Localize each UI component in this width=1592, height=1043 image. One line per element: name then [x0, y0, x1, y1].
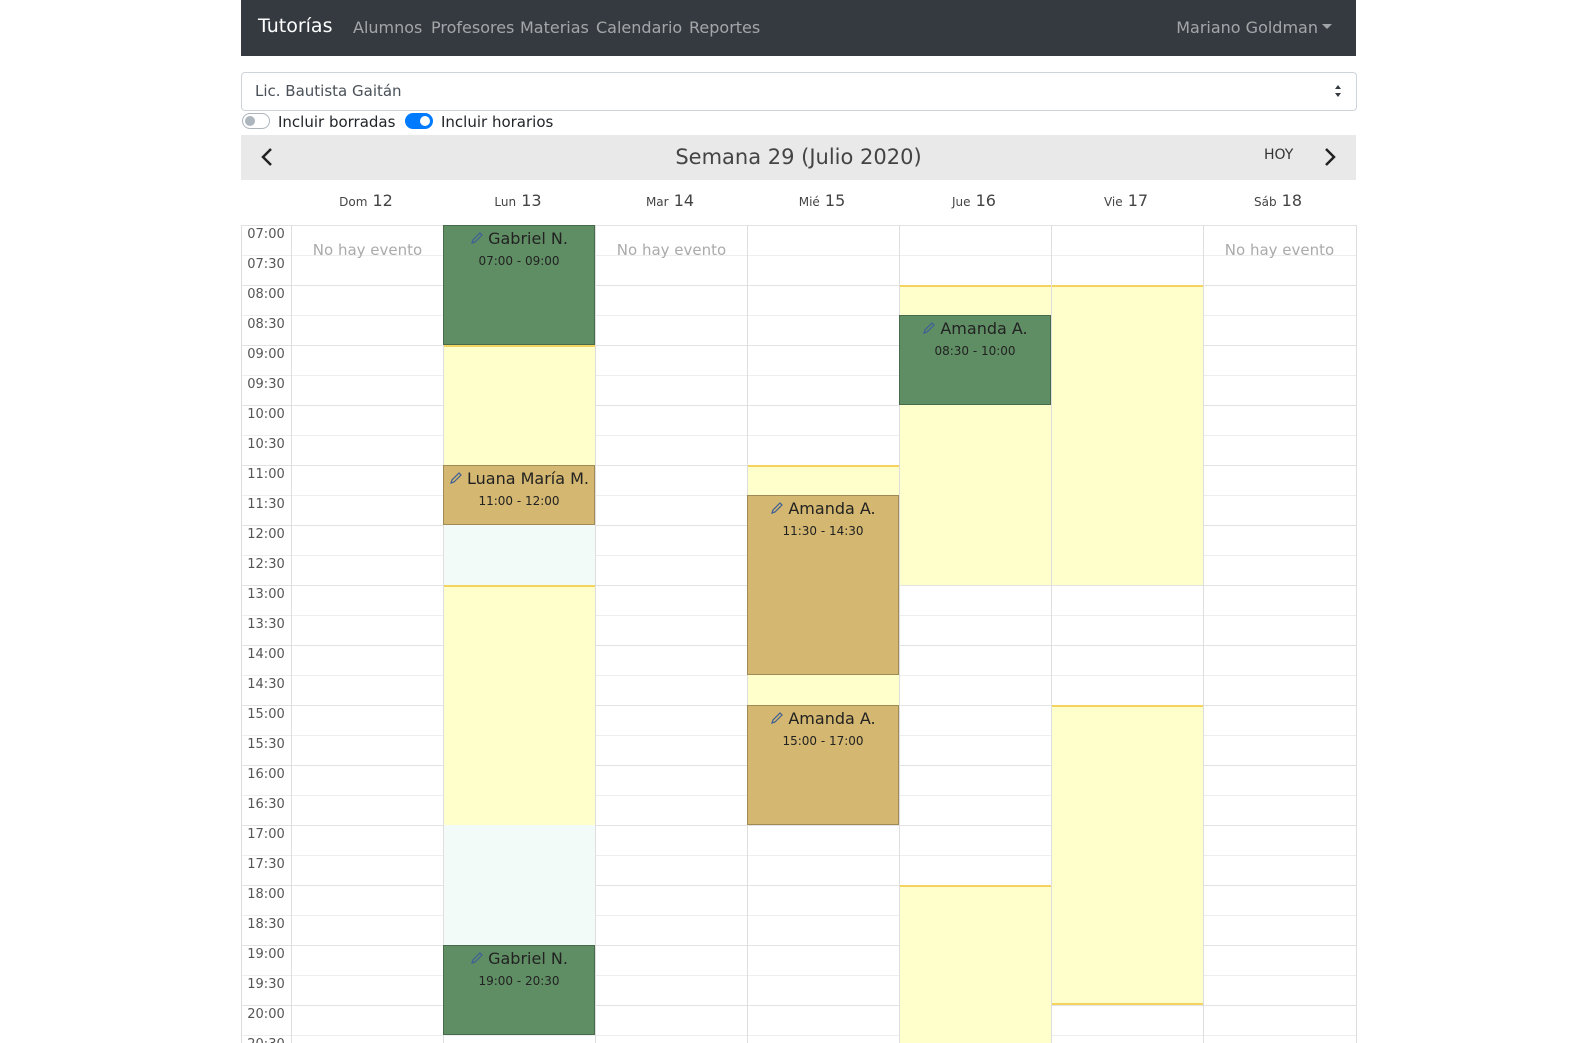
time-label: 07:30: [247, 257, 285, 272]
no-event-label: No hay evento: [616, 241, 727, 259]
toggle-label-horarios: Incluir horarios: [441, 113, 554, 131]
nav-link-alumnos[interactable]: Alumnos: [353, 18, 422, 37]
day-header: Mié 15: [798, 191, 846, 210]
event-block[interactable]: Gabriel N. 07:00 - 09:00: [443, 225, 595, 345]
day-header: Dom 12: [339, 191, 393, 210]
teacher-select-value: Lic. Bautista Gaitán: [255, 82, 402, 100]
event-student-name: Luana María M.: [466, 469, 590, 488]
edit-pencil-icon[interactable]: [470, 231, 484, 245]
edit-pencil-icon[interactable]: [770, 501, 784, 515]
event-block[interactable]: Gabriel N. 19:00 - 20:30: [443, 945, 595, 1035]
event-student-name: Gabriel N.: [488, 949, 568, 968]
brand[interactable]: Tutorías: [258, 15, 332, 37]
nav-link-calendario[interactable]: Calendario: [596, 18, 682, 37]
day-column-dom[interactable]: No hay evento: [291, 225, 443, 1043]
time-label: 16:30: [247, 797, 285, 812]
time-label: 09:30: [247, 377, 285, 392]
day-header: Jue 16: [952, 191, 996, 210]
time-label: 10:00: [247, 407, 285, 422]
availability-block: [1052, 705, 1203, 1005]
event-student-name: Gabriel N.: [488, 229, 568, 248]
event-time: 11:30 - 14:30: [782, 524, 864, 538]
day-column-lun[interactable]: [443, 225, 595, 1043]
time-label: 08:30: [247, 317, 285, 332]
no-event-label: No hay evento: [312, 241, 423, 259]
week-grid: 07:00 07:30 08:00 08:30 09:00 09:30 10:00 10:30…: [241, 225, 1357, 1043]
availability-block: [444, 585, 595, 825]
day-column-vie[interactable]: [1051, 225, 1203, 1043]
day-column-sab[interactable]: No hay evento: [1203, 225, 1355, 1043]
no-event-label: No hay evento: [1224, 241, 1335, 259]
day-header: Vie 17: [1103, 191, 1149, 210]
time-label: 19:00: [247, 947, 285, 962]
event-block[interactable]: Luana María M. 11:00 - 12:00: [443, 465, 595, 525]
time-label: 14:00: [247, 647, 285, 662]
event-student-name: Amanda A.: [788, 499, 876, 518]
select-arrows-icon: [1335, 85, 1341, 97]
teacher-select[interactable]: Lic. Bautista Gaitán: [241, 72, 1357, 111]
dropdown-caret-icon: [1322, 24, 1332, 29]
time-label: 18:00: [247, 887, 285, 902]
nav-link-materias[interactable]: Materias: [520, 18, 589, 37]
week-title: Semana 29 (Julio 2020): [675, 145, 922, 169]
edit-pencil-icon[interactable]: [470, 951, 484, 965]
toggle-knob: [245, 116, 255, 126]
time-label: 13:30: [247, 617, 285, 632]
nav-link-reportes[interactable]: Reportes: [689, 18, 760, 37]
toggle-knob: [420, 116, 430, 126]
time-label: 13:00: [247, 587, 285, 602]
user-menu[interactable]: Mariano Goldman: [1176, 18, 1332, 37]
today-button[interactable]: HOY: [1264, 147, 1293, 163]
time-label: 08:00: [247, 287, 285, 302]
time-label: 09:00: [247, 347, 285, 362]
edit-pencil-icon[interactable]: [770, 711, 784, 725]
time-label: 17:00: [247, 827, 285, 842]
availability-block: [900, 885, 1051, 1043]
time-label: 16:00: [247, 767, 285, 782]
time-label: 07:00: [247, 227, 285, 242]
next-week-chevron-icon[interactable]: [1318, 146, 1340, 168]
event-student-name: Amanda A.: [788, 709, 876, 728]
time-label: 15:30: [247, 737, 285, 752]
day-column-mar[interactable]: No hay evento: [595, 225, 747, 1043]
event-block[interactable]: Amanda A. 15:00 - 17:00: [747, 705, 899, 825]
event-block[interactable]: Amanda A. 08:30 - 10:00: [899, 315, 1051, 405]
time-label: 20:30: [242, 1037, 290, 1043]
availability-block: [1052, 285, 1203, 585]
day-header: Lun 13: [494, 191, 542, 210]
nav-link-profesores[interactable]: Profesores: [431, 18, 514, 37]
time-label: 19:30: [247, 977, 285, 992]
event-block[interactable]: Amanda A. 11:30 - 14:30: [747, 495, 899, 675]
calendar-toolbar: Semana 29 (Julio 2020) HOY: [241, 135, 1356, 180]
edit-pencil-icon[interactable]: [449, 471, 463, 485]
event-time: 15:00 - 17:00: [782, 734, 864, 748]
day-header: Sáb 18: [1253, 191, 1303, 210]
event-time: 07:00 - 09:00: [478, 254, 560, 268]
toggle-incluir-borradas[interactable]: [242, 113, 270, 129]
time-label: 14:30: [247, 677, 285, 692]
time-label: 20:00: [247, 1007, 285, 1022]
time-label: 12:00: [247, 527, 285, 542]
navbar: Tutorías Alumnos Profesores Materias Cal…: [241, 0, 1356, 56]
time-label: 11:00: [247, 467, 285, 482]
day-header: Mar 14: [645, 191, 695, 210]
toggle-label-borradas: Incluir borradas: [278, 113, 396, 131]
toggle-incluir-horarios[interactable]: [405, 113, 433, 129]
availability-block: [444, 525, 595, 585]
time-label: 12:30: [247, 557, 285, 572]
time-label: 18:30: [247, 917, 285, 932]
time-label: 10:30: [247, 437, 285, 452]
event-time: 08:30 - 10:00: [934, 344, 1016, 358]
event-time: 19:00 - 20:30: [478, 974, 560, 988]
event-time: 11:00 - 12:00: [478, 494, 560, 508]
time-label: 15:00: [247, 707, 285, 722]
time-label: 11:30: [247, 497, 285, 512]
time-column: 07:00 07:30 08:00 08:30 09:00 09:30 10:00 10:30…: [242, 225, 290, 1043]
time-label: 17:30: [247, 857, 285, 872]
user-name: Mariano Goldman: [1176, 18, 1318, 37]
edit-pencil-icon[interactable]: [922, 321, 936, 335]
event-student-name: Amanda A.: [940, 319, 1028, 338]
availability-block: [444, 825, 595, 945]
